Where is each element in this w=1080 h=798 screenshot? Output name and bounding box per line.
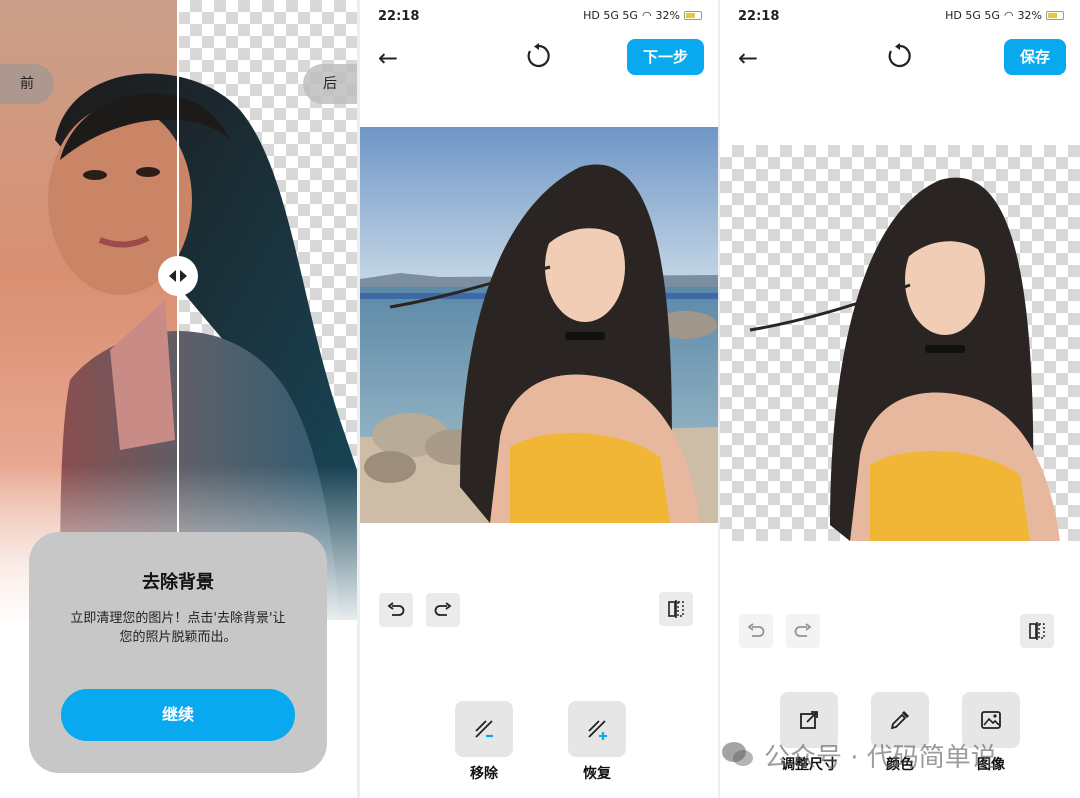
before-label: 前 <box>0 64 54 104</box>
card-description-line1: 立即清理您的图片！点击'去除背景'让 <box>70 611 286 626</box>
redo-icon <box>794 623 812 637</box>
action-remove[interactable]: 移除 <box>455 701 513 783</box>
wechat-icon <box>722 742 753 766</box>
signal-icon: HD 5G 5G <box>945 9 1000 22</box>
eraser-minus-icon <box>475 720 493 738</box>
undo-button[interactable] <box>739 614 773 648</box>
status-bar: 22:18 HD 5G 5G ◠ 32% <box>720 0 1080 34</box>
signal-icon: HD 5G 5G <box>583 9 638 22</box>
watermark-text: 公众号 · 代码简单说 <box>764 742 997 773</box>
eraser-plus-icon <box>588 720 607 740</box>
continue-button[interactable]: 继续 <box>61 689 295 741</box>
back-arrow-icon[interactable]: ← <box>374 44 402 72</box>
action-restore[interactable]: 恢复 <box>568 701 626 783</box>
card-title: 去除背景 <box>142 572 214 593</box>
next-step-button[interactable]: 下一步 <box>626 39 704 75</box>
wifi-icon: ◠ <box>641 9 652 22</box>
watermark: 公众号 · 代码简单说 <box>720 735 1050 775</box>
card-description-line2: 您的照片脱颖而出。 <box>119 630 237 645</box>
undo-icon <box>747 623 765 637</box>
status-bar: 22:18 HD 5G 5G ◠ 32% <box>360 0 718 34</box>
compare-button[interactable] <box>1020 614 1054 648</box>
compare-button[interactable] <box>659 592 693 626</box>
compare-slider-handle[interactable] <box>158 256 198 296</box>
compare-icon <box>668 600 684 618</box>
after-label: 后 <box>303 64 357 104</box>
redo-icon <box>434 602 452 616</box>
action-restore-label: 恢复 <box>583 766 611 782</box>
wifi-icon: ◠ <box>1003 9 1014 22</box>
undo-icon <box>387 602 405 616</box>
left-right-arrows-icon <box>169 270 187 282</box>
cutout-photo <box>749 177 1060 541</box>
panel-intro: 前 后 去除背景 立即清理您的图片！点击'去除背景'让 您的照片脱颖而出。 继续 <box>0 0 357 798</box>
redo-button[interactable] <box>426 593 460 627</box>
original-photo <box>360 127 718 523</box>
panel-editor-result: 22:18 HD 5G 5G ◠ 32% ← 保存 调整尺寸 颜色 图像 公众号… <box>720 0 1080 798</box>
battery-percent: 32% <box>1017 9 1042 22</box>
battery-percent: 32% <box>655 9 680 22</box>
redo-button[interactable] <box>786 614 820 648</box>
reset-icon[interactable] <box>886 42 914 70</box>
panel-editor-original: 22:18 HD 5G 5G ◠ 32% ← 下一步 移除 恢复 <box>360 0 718 798</box>
resize-icon <box>800 711 818 729</box>
undo-button[interactable] <box>379 593 413 627</box>
action-remove-label: 移除 <box>470 766 498 782</box>
compare-icon <box>1029 622 1045 640</box>
back-arrow-icon[interactable]: ← <box>734 44 762 72</box>
status-time: 22:18 <box>378 9 420 24</box>
battery-icon <box>684 11 702 20</box>
reset-icon[interactable] <box>525 42 553 70</box>
status-time: 22:18 <box>738 9 780 24</box>
battery-icon <box>1046 11 1064 20</box>
image-icon <box>981 711 1001 729</box>
save-button[interactable]: 保存 <box>1003 39 1066 75</box>
eyedropper-icon <box>890 710 910 730</box>
remove-background-card: 去除背景 立即清理您的图片！点击'去除背景'让 您的照片脱颖而出。 继续 <box>29 532 327 773</box>
